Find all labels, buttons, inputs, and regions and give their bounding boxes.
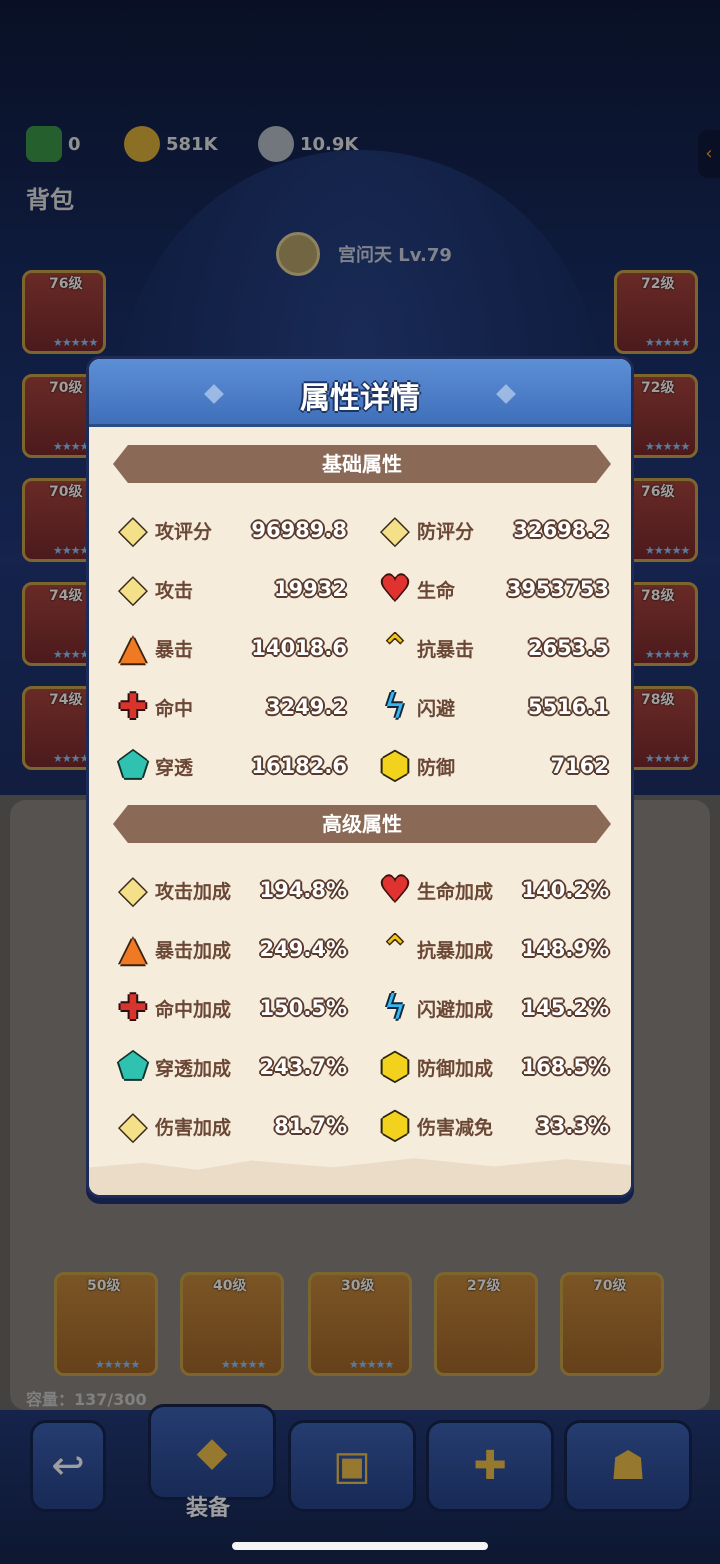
stat-name: 命中 xyxy=(155,697,194,720)
dodge-icon: ϟ xyxy=(383,687,407,727)
stat-value: 32698.2 xyxy=(513,518,609,542)
stat-value: 3953753 xyxy=(506,577,609,601)
stat-name: 防评分 xyxy=(417,520,475,543)
stat-row: ✚ 命中加成 150.5% ϟ 闪避加成 145.2% xyxy=(111,984,615,1032)
stat-value: 243.7% xyxy=(259,1055,347,1079)
stat-value: 148.9% xyxy=(521,937,609,961)
stat-value: 145.2% xyxy=(521,996,609,1020)
stat-name: 攻评分 xyxy=(155,520,213,543)
stat-value: 3249.2 xyxy=(265,695,347,719)
stat-item: ♥ 生命 3953753 xyxy=(373,565,609,613)
shield-icon: ⬢ xyxy=(380,746,410,786)
crit-icon: ▲ xyxy=(119,628,147,668)
stat-item: ▲ 暴击加成 249.4% xyxy=(111,925,347,973)
stat-value: 16182.6 xyxy=(251,754,347,778)
stat-item: ⬢ 伤害减免 33.3% xyxy=(373,1102,609,1150)
basic-attributes-banner: 基础属性 xyxy=(113,445,611,483)
stat-value: 19932 xyxy=(273,577,347,601)
stat-row: ◆ 攻评分 96989.8 ◆ 防评分 32698.2 xyxy=(111,506,615,554)
stat-item: ◆ 攻击加成 194.8% xyxy=(111,866,347,914)
anti-crit-bonus-icon: ⌃ xyxy=(380,929,410,969)
crit-bonus-icon: ▲ xyxy=(119,929,147,969)
stat-value: 150.5% xyxy=(259,996,347,1020)
hit-icon: ✚ xyxy=(118,687,148,727)
stat-item: ◆ 攻击 19932 xyxy=(111,565,347,613)
stat-value: 7162 xyxy=(550,754,609,778)
stat-item: ◆ 防评分 32698.2 xyxy=(373,506,609,554)
stat-item: ▲ 暴击 14018.6 xyxy=(111,624,347,672)
stat-value: 2653.5 xyxy=(527,636,609,660)
stat-item: ϟ 闪避加成 145.2% xyxy=(373,984,609,1032)
attribute-details-dialog: 属性详情 基础属性 ◆ 攻评分 96989.8 ◆ 防评分 32698.2 ◆ 攻击 19932… xyxy=(86,356,634,1198)
stat-item: ⬢ 防御加成 168.5% xyxy=(373,1043,609,1091)
stat-name: 生命加成 xyxy=(417,880,494,903)
stat-row: ✚ 命中 3249.2 ϟ 闪避 5516.1 xyxy=(111,683,615,731)
stat-item: ♥ 生命加成 140.2% xyxy=(373,866,609,914)
stat-item: ⬢ 防御 7162 xyxy=(373,742,609,790)
stat-name: 闪避 xyxy=(417,697,456,720)
heart-icon: ♥ xyxy=(379,569,411,609)
stat-item: ⌃ 抗暴击 2653.5 xyxy=(373,624,609,672)
stat-value: 33.3% xyxy=(536,1114,609,1138)
stat-value: 96989.8 xyxy=(251,518,347,542)
stat-name: 命中加成 xyxy=(155,998,232,1021)
advanced-attributes-banner: 高级属性 xyxy=(113,805,611,843)
stat-name: 穿透 xyxy=(155,756,194,779)
stat-name: 伤害加成 xyxy=(155,1116,232,1139)
stat-value: 194.8% xyxy=(259,878,347,902)
stat-value: 14018.6 xyxy=(251,636,347,660)
stat-row: ◆ 攻击加成 194.8% ♥ 生命加成 140.2% xyxy=(111,866,615,914)
stat-row: ⬟ 穿透 16182.6 ⬢ 防御 7162 xyxy=(111,742,615,790)
defense-score-icon: ◆ xyxy=(381,510,409,550)
stat-item: ◆ 伤害加成 81.7% xyxy=(111,1102,347,1150)
stat-item: ✚ 命中 3249.2 xyxy=(111,683,347,731)
damage-reduction-icon: ⬢ xyxy=(380,1106,410,1146)
stat-value: 168.5% xyxy=(521,1055,609,1079)
stat-row: ▲ 暴击加成 249.4% ⌃ 抗暴加成 148.9% xyxy=(111,925,615,973)
attack-icon: ◆ xyxy=(119,569,147,609)
stat-item: ϟ 闪避 5516.1 xyxy=(373,683,609,731)
dodge-bonus-icon: ϟ xyxy=(383,988,407,1028)
stat-name: 攻击 xyxy=(155,579,194,602)
damage-bonus-icon: ◆ xyxy=(119,1106,147,1146)
stat-item: ⬟ 穿透加成 243.7% xyxy=(111,1043,347,1091)
defense-bonus-icon: ⬢ xyxy=(380,1047,410,1087)
stat-name: 暴击加成 xyxy=(155,939,232,962)
stat-item: ◆ 攻评分 96989.8 xyxy=(111,506,347,554)
attack-score-icon: ◆ xyxy=(119,510,147,550)
dialog-header: 属性详情 xyxy=(89,359,631,427)
stat-row: ⬟ 穿透加成 243.7% ⬢ 防御加成 168.5% xyxy=(111,1043,615,1091)
stat-row: ◆ 伤害加成 81.7% ⬢ 伤害减免 33.3% xyxy=(111,1102,615,1150)
stat-name: 防御 xyxy=(417,756,456,779)
stat-item: ✚ 命中加成 150.5% xyxy=(111,984,347,1032)
stat-value: 5516.1 xyxy=(527,695,609,719)
stat-item: ⌃ 抗暴加成 148.9% xyxy=(373,925,609,973)
stat-name: 穿透加成 xyxy=(155,1057,232,1080)
stat-name: 暴击 xyxy=(155,638,194,661)
stat-name: 防御加成 xyxy=(417,1057,494,1080)
stat-name: 生命 xyxy=(417,579,456,602)
stat-row: ◆ 攻击 19932 ♥ 生命 3953753 xyxy=(111,565,615,613)
anti-crit-icon: ⌃ xyxy=(380,628,410,668)
stat-name: 伤害减免 xyxy=(417,1116,494,1139)
pierce-bonus-icon: ⬟ xyxy=(118,1047,148,1087)
dialog-title: 属性详情 xyxy=(300,381,420,416)
stat-value: 81.7% xyxy=(274,1114,347,1138)
hp-bonus-icon: ♥ xyxy=(379,870,411,910)
attack-bonus-icon: ◆ xyxy=(119,870,147,910)
home-indicator[interactable] xyxy=(232,1542,488,1550)
pierce-icon: ⬟ xyxy=(118,746,148,786)
stat-name: 攻击加成 xyxy=(155,880,232,903)
dialog-footer-decoration xyxy=(89,1158,631,1195)
stat-item: ⬟ 穿透 16182.6 xyxy=(111,742,347,790)
stat-value: 140.2% xyxy=(521,878,609,902)
stat-row: ▲ 暴击 14018.6 ⌃ 抗暴击 2653.5 xyxy=(111,624,615,672)
stat-name: 闪避加成 xyxy=(417,998,494,1021)
stat-name: 抗暴加成 xyxy=(417,939,494,962)
stat-name: 抗暴击 xyxy=(417,638,475,661)
stat-value: 249.4% xyxy=(259,937,347,961)
hit-bonus-icon: ✚ xyxy=(118,988,148,1028)
